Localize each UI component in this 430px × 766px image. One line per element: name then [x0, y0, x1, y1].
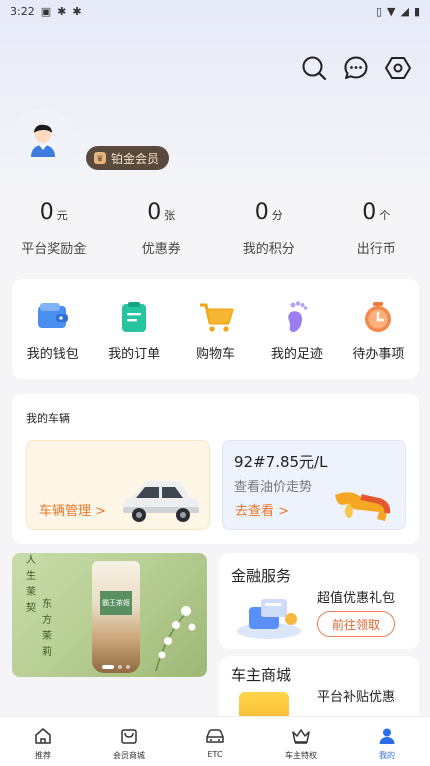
- stat-label: 我的积分: [242, 242, 295, 257]
- notification-icon: ▣: [40, 4, 52, 18]
- jasmine-flower-icon: [155, 606, 196, 672]
- quick-action-label: 购物车: [196, 347, 236, 362]
- finance-claim-button[interactable]: 前往领取: [317, 611, 395, 637]
- quick-action-orders[interactable]: 我的订单: [93, 299, 174, 379]
- mall-desc: 平台补贴优惠: [317, 690, 396, 705]
- promo-char: 契: [26, 603, 36, 614]
- status-time: 3:22: [10, 4, 35, 18]
- crown-icon: ♛: [94, 152, 106, 164]
- stat-unit: 分: [271, 209, 283, 222]
- stat-value: 0: [254, 200, 269, 225]
- tab-mine[interactable]: 我的: [344, 717, 430, 766]
- promo-text: 人 生 茉 契 东 方 茉 莉: [26, 553, 52, 661]
- milk-tea-cup-image: 霸王茶姬: [92, 561, 140, 673]
- quick-action-label: 我的足迹: [270, 347, 323, 362]
- quick-action-label: 我的钱包: [26, 347, 79, 362]
- stat-label: 出行币: [356, 242, 396, 257]
- promo-char: 方: [42, 615, 52, 626]
- crown-icon: [291, 726, 311, 746]
- quick-action-todo[interactable]: 待办事项: [338, 299, 419, 379]
- stat-value: 0: [362, 200, 377, 225]
- order-icon: [116, 299, 152, 335]
- oil-trend-text: 查看油价走势: [234, 480, 313, 495]
- account-stats: 0元 平台奖励金 0张 优惠券 0分 我的积分 0个 出行币: [0, 200, 430, 257]
- car-icon: [205, 726, 225, 746]
- cart-icon: [198, 299, 234, 335]
- stat-coupons[interactable]: 0张 优惠券: [108, 200, 216, 257]
- promo-char: 东: [42, 599, 52, 610]
- battery-icon: ▮: [413, 4, 420, 18]
- settings-icon[interactable]: [384, 54, 412, 82]
- tab-label: 我的: [379, 751, 395, 760]
- finance-desc: 超值优惠礼包: [317, 591, 396, 606]
- oil-price: 92#7.85元/L: [234, 453, 328, 471]
- home-icon: [33, 726, 53, 746]
- stat-value: 0: [147, 200, 162, 225]
- stat-unit: 个: [379, 209, 391, 222]
- quick-actions-card: 我的钱包 我的订单 购物车 我的足迹 待办事项: [12, 279, 419, 379]
- tab-label: 推荐: [35, 751, 51, 760]
- oil-price-card[interactable]: 92#7.85元/L 查看油价走势 去查看 >: [222, 440, 406, 530]
- status-bar: 3:22 ▣ ✱ ✱ ▯ ▼ ◢ ▮: [0, 0, 430, 22]
- avatar[interactable]: [12, 108, 74, 170]
- finance-gift-icon: [237, 599, 301, 639]
- stat-travel-coins[interactable]: 0个 出行币: [323, 200, 430, 257]
- wallet-icon: [35, 299, 71, 335]
- cup-label: 霸王茶姬: [100, 591, 132, 615]
- quick-action-label: 我的订单: [108, 347, 161, 362]
- promo-char: 莉: [42, 647, 52, 658]
- finance-service-card[interactable]: 金融服务 超值优惠礼包 前往领取: [219, 553, 419, 649]
- carousel-indicator: [102, 665, 130, 669]
- oil-price-link[interactable]: 去查看 >: [235, 500, 289, 519]
- stat-points[interactable]: 0分 我的积分: [215, 200, 323, 257]
- bug-icon: ✱: [72, 4, 82, 18]
- member-level-label: 铂金会员: [111, 151, 160, 166]
- mall-title: 车主商城: [231, 666, 292, 684]
- promo-banner[interactable]: 人 生 茉 契 东 方 茉 莉 霸王茶姬: [12, 553, 207, 677]
- tab-recommend[interactable]: 推荐: [0, 717, 86, 766]
- person-icon: [377, 726, 397, 746]
- fuel-nozzle-icon: [335, 492, 391, 521]
- promo-char: 茉: [26, 587, 36, 598]
- stat-value: 0: [39, 200, 54, 225]
- header-actions: [300, 54, 412, 82]
- vehicle-management-card[interactable]: 车辆管理 >: [26, 440, 210, 530]
- vibrate-icon: ▯: [375, 4, 382, 18]
- bottom-tab-bar: 推荐 会员商城 ETC 车主特权 我的: [0, 716, 430, 766]
- tab-label: 会员商城: [113, 751, 145, 760]
- stat-label: 平台奖励金: [21, 242, 87, 257]
- todo-clock-icon: [360, 299, 396, 335]
- tab-owner-privileges[interactable]: 车主特权: [258, 717, 344, 766]
- car-illustration-icon: [123, 481, 199, 522]
- finance-title: 金融服务: [231, 567, 292, 585]
- vehicle-management-link[interactable]: 车辆管理 >: [39, 500, 106, 519]
- footprint-icon: [279, 299, 315, 335]
- section-title: 我的车辆: [26, 412, 70, 425]
- promo-char: 人: [26, 555, 36, 566]
- tab-etc[interactable]: ETC: [172, 717, 258, 766]
- tab-label: ETC: [207, 750, 223, 759]
- mall-icon: [119, 726, 139, 746]
- bug-icon: ✱: [57, 4, 67, 18]
- tab-member-mall[interactable]: 会员商城: [86, 717, 172, 766]
- message-icon[interactable]: [342, 54, 370, 82]
- promo-char: 生: [26, 571, 36, 582]
- stat-unit: 元: [56, 209, 68, 222]
- wifi-icon: ▼: [387, 4, 396, 18]
- promo-char: 茉: [42, 631, 52, 642]
- quick-action-label: 待办事项: [352, 347, 405, 362]
- my-vehicles-card: 我的车辆 车辆管理 > 92#7.85元/L 查看油价走势 去查看 >: [12, 394, 419, 544]
- stat-reward[interactable]: 0元 平台奖励金: [0, 200, 108, 257]
- search-icon[interactable]: [300, 54, 328, 82]
- quick-action-cart[interactable]: 购物车: [175, 299, 256, 379]
- member-level-badge[interactable]: ♛ 铂金会员: [86, 146, 170, 170]
- stat-label: 优惠券: [141, 242, 181, 257]
- tab-label: 车主特权: [285, 751, 317, 760]
- quick-action-footprint[interactable]: 我的足迹: [256, 299, 337, 379]
- quick-action-wallet[interactable]: 我的钱包: [12, 299, 93, 379]
- signal-icon: ◢: [400, 4, 409, 18]
- stat-unit: 张: [164, 209, 176, 222]
